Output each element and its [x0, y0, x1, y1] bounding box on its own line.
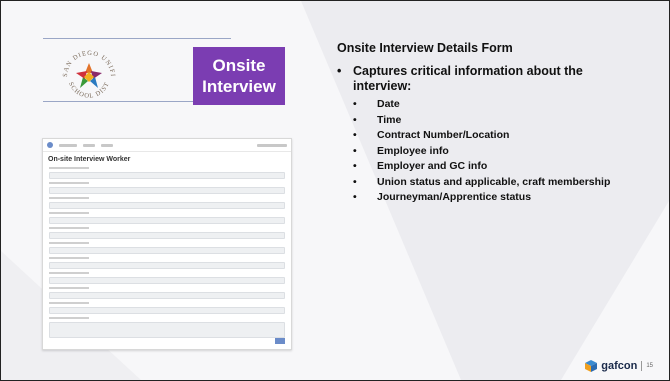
form-field — [49, 217, 285, 224]
sub-bullet: • Date — [353, 98, 400, 110]
form-field — [49, 202, 285, 209]
sub-bullet-text: Journeyman/Apprentice status — [377, 191, 532, 203]
sub-bullet: • Employer and GC info — [353, 160, 488, 172]
user-menu — [257, 143, 287, 147]
sub-bullet-list: • Date • Time • Contract Number/Location • E… — [337, 98, 637, 204]
slide: SAN DIEGO UNIFIED SCHOOL DISTRICT Onsite… — [0, 0, 670, 381]
sub-bullet-text: Union status and applicable, craft membe… — [377, 175, 611, 188]
field-label — [49, 317, 89, 319]
sub-bullet: • Contract Number/Location — [353, 129, 510, 141]
form-field — [49, 172, 285, 179]
app-logo-icon — [47, 142, 53, 148]
form-field — [49, 232, 285, 239]
nav-item — [59, 143, 77, 147]
form-field — [49, 247, 285, 254]
field-label — [49, 227, 89, 229]
main-bullet: • Captures critical information about the… — [337, 64, 637, 94]
form-field — [49, 187, 285, 194]
form-screenshot: On-site Interview Worker — [42, 138, 292, 350]
form-title: On-site Interview Worker — [48, 156, 131, 163]
form-field — [49, 262, 285, 269]
field-label — [49, 167, 89, 169]
content-area: Onsite Interview Details Form • Captures … — [337, 41, 637, 207]
field-label — [49, 287, 89, 289]
svg-text:SAN DIEGO UNIFIED: SAN DIEGO UNIFIED — [49, 39, 116, 77]
badge-line-1: Onsite — [212, 56, 266, 75]
sub-bullet-text: Employee info — [377, 144, 449, 157]
field-label — [49, 242, 89, 244]
sub-bullet-text: Employer and GC info — [377, 160, 488, 172]
gafcon-brand: gafcon — [601, 360, 638, 372]
field-label — [49, 272, 89, 274]
nav-item — [101, 143, 113, 147]
sub-bullet-text: Contract Number/Location — [377, 129, 510, 141]
form-field — [49, 277, 285, 284]
onsite-interview-badge: Onsite Interview — [193, 47, 285, 105]
form-textarea — [49, 322, 285, 338]
svg-text:SCHOOL DISTRICT: SCHOOL DISTRICT — [49, 39, 111, 100]
district-logo: SAN DIEGO UNIFIED SCHOOL DISTRICT — [46, 34, 217, 103]
form-field — [49, 307, 285, 314]
form-field — [49, 292, 285, 299]
sub-bullet: • Employee info — [353, 144, 449, 157]
submit-button — [275, 338, 285, 344]
footer: gafcon 15 — [585, 360, 653, 372]
sub-bullet: • Union status and applicable, craft memb… — [353, 175, 611, 188]
field-label — [49, 257, 89, 259]
slide-heading: Onsite Interview Details Form — [337, 41, 513, 55]
gafcon-logo-icon — [585, 360, 598, 372]
form-topbar — [43, 139, 291, 152]
sub-bullet-text: Time — [377, 113, 402, 126]
page-separator — [641, 361, 643, 371]
field-label — [49, 302, 89, 304]
field-label — [49, 197, 89, 199]
field-label — [49, 182, 89, 184]
field-label — [49, 212, 89, 214]
nav-item — [83, 143, 95, 147]
main-bullet-text: Captures critical information about the … — [353, 64, 583, 93]
sub-bullet-text: Date — [377, 98, 400, 110]
sub-bullet: • Journeyman/Apprentice status — [353, 191, 532, 203]
sub-bullet: • Time — [353, 113, 402, 126]
badge-line-2: Interview — [202, 77, 276, 96]
page-number: 15 — [646, 363, 653, 369]
